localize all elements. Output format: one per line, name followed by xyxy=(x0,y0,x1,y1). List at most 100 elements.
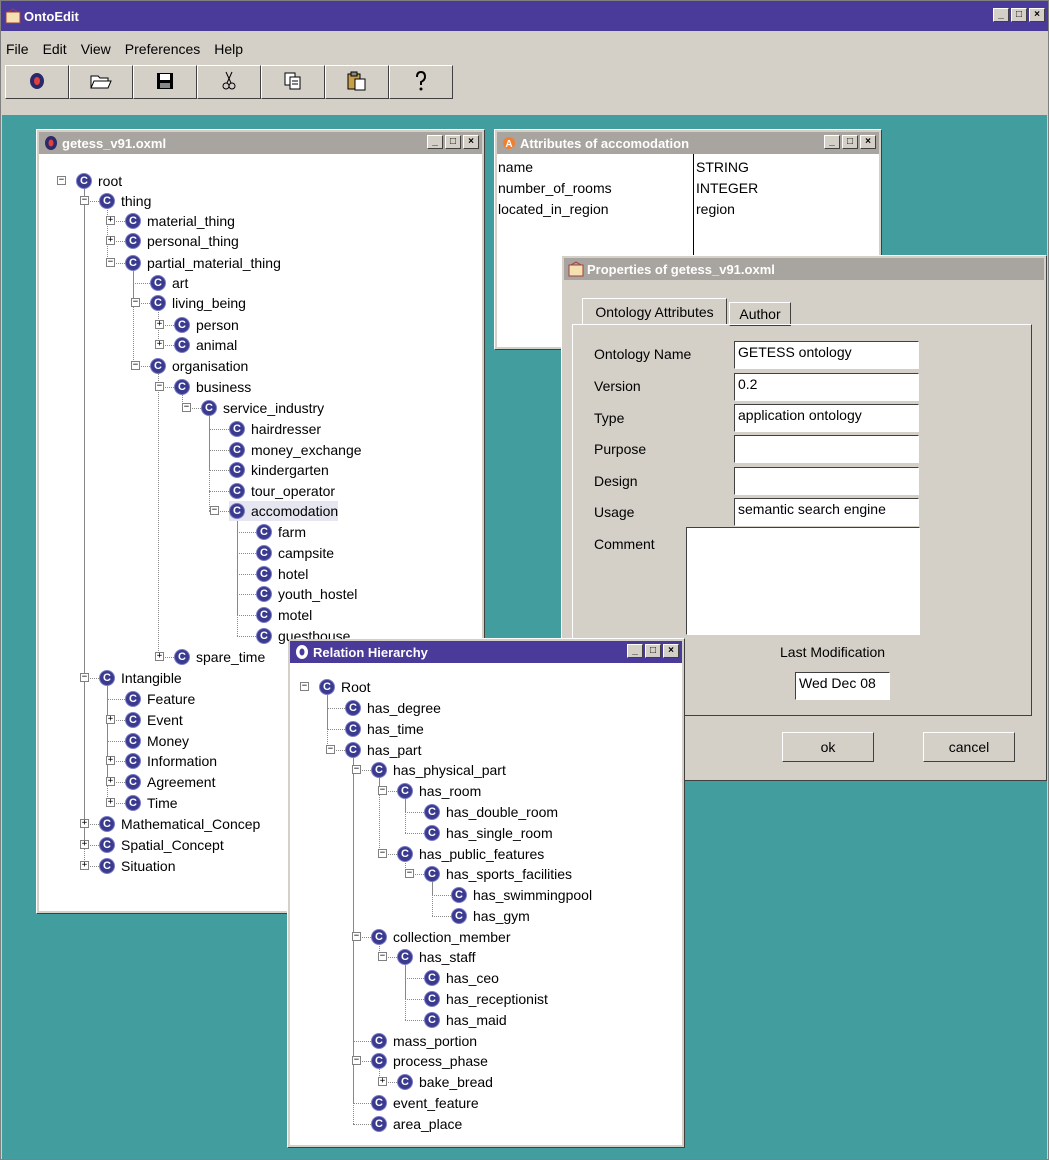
collapse-toggle[interactable]: − xyxy=(57,176,66,185)
properties-window-titlebar[interactable]: Properties of getess_v91.oxml xyxy=(564,258,1044,280)
ontology-name-field[interactable]: GETESS ontology xyxy=(734,341,919,369)
tree-node[interactable]: C Feature xyxy=(125,689,195,709)
collapse-toggle[interactable]: − xyxy=(378,952,387,961)
tree-node[interactable]: C Intangible xyxy=(99,668,182,688)
collapse-toggle[interactable]: − xyxy=(378,786,387,795)
tree-node[interactable]: Carea_place xyxy=(371,1114,462,1134)
close-button[interactable]: × xyxy=(463,135,479,149)
tree-node[interactable]: C Agreement xyxy=(125,772,215,792)
tree-node[interactable]: Cmaterial_thing xyxy=(125,211,235,231)
attribute-type[interactable]: STRING xyxy=(696,159,749,175)
collapse-toggle[interactable]: − xyxy=(182,403,191,412)
tree-node[interactable]: Cservice_industry xyxy=(201,398,324,418)
tree-node[interactable]: C Time xyxy=(125,793,178,813)
version-field[interactable]: 0.2 xyxy=(734,373,919,401)
expand-toggle[interactable]: + xyxy=(155,652,164,661)
tree-node[interactable]: Cpersonal_thing xyxy=(125,231,239,251)
tree-window-titlebar[interactable]: getess_v91.oxml _ □ × xyxy=(39,132,482,154)
copy-button[interactable] xyxy=(261,65,325,99)
tree-node[interactable]: Cbusiness xyxy=(174,377,251,397)
expand-toggle[interactable]: + xyxy=(80,840,89,849)
maximize-button[interactable]: □ xyxy=(842,135,858,149)
tree-node[interactable]: Croot xyxy=(76,171,122,191)
type-field[interactable]: application ontology xyxy=(734,404,919,432)
cut-button[interactable] xyxy=(197,65,261,99)
tree-node[interactable]: Ccollection_member xyxy=(371,927,511,947)
expand-toggle[interactable]: + xyxy=(155,340,164,349)
tree-node[interactable]: Ctour_operator xyxy=(229,481,335,501)
collapse-toggle[interactable]: − xyxy=(80,196,89,205)
collapse-toggle[interactable]: − xyxy=(131,361,140,370)
expand-toggle[interactable]: + xyxy=(106,236,115,245)
menu-help[interactable]: Help xyxy=(214,41,243,57)
new-ontology-button[interactable] xyxy=(5,65,69,99)
collapse-toggle[interactable]: − xyxy=(106,258,115,267)
tab-author[interactable]: Author xyxy=(729,302,791,326)
attribute-name[interactable]: name xyxy=(498,159,533,175)
tree-node[interactable]: Chotel xyxy=(256,564,308,584)
tree-node[interactable]: Cmotel xyxy=(256,605,312,625)
expand-toggle[interactable]: + xyxy=(106,777,115,786)
close-button[interactable]: × xyxy=(860,135,876,149)
tree-node[interactable]: Ccampsite xyxy=(256,543,334,563)
tree-node[interactable]: Cyouth_hostel xyxy=(256,584,357,604)
attribute-name[interactable]: located_in_region xyxy=(498,201,609,217)
menu-edit[interactable]: Edit xyxy=(43,41,67,57)
tree-node[interactable]: Ckindergarten xyxy=(229,460,329,480)
collapse-toggle[interactable]: − xyxy=(131,298,140,307)
tree-node[interactable]: Cbake_bread xyxy=(397,1072,493,1092)
tree-node[interactable]: Chas_staff xyxy=(397,947,476,967)
tree-node[interactable]: Chas_maid xyxy=(424,1010,507,1030)
tree-node[interactable]: Corganisation xyxy=(150,356,248,376)
design-field[interactable] xyxy=(734,467,919,495)
tree-node[interactable]: Chas_receptionist xyxy=(424,989,548,1009)
collapse-toggle[interactable]: − xyxy=(155,382,164,391)
minimize-button[interactable]: _ xyxy=(993,8,1009,22)
tree-node[interactable]: Chas_room xyxy=(397,781,481,801)
menu-view[interactable]: View xyxy=(81,41,111,57)
tree-node[interactable]: Cthing xyxy=(99,191,151,211)
collapse-toggle[interactable]: − xyxy=(352,765,361,774)
tree-node[interactable]: C Situation xyxy=(99,856,175,876)
expand-toggle[interactable]: + xyxy=(378,1077,387,1086)
expand-toggle[interactable]: + xyxy=(106,216,115,225)
attributes-window-titlebar[interactable]: A Attributes of accomodation _ □ × xyxy=(497,132,879,154)
tree-node[interactable]: Chas_physical_part xyxy=(371,760,506,780)
maximize-button[interactable]: □ xyxy=(1011,8,1027,22)
tree-node[interactable]: Chas_sports_facilities xyxy=(424,864,572,884)
maximize-button[interactable]: □ xyxy=(445,135,461,149)
paste-button[interactable] xyxy=(325,65,389,99)
expand-toggle[interactable]: + xyxy=(80,861,89,870)
collapse-toggle[interactable]: − xyxy=(80,673,89,682)
collapse-toggle[interactable]: − xyxy=(352,932,361,941)
ok-button[interactable]: ok xyxy=(782,732,874,762)
help-button[interactable] xyxy=(389,65,453,99)
tree-node[interactable]: Caccomodation xyxy=(229,501,339,521)
expand-toggle[interactable]: + xyxy=(155,320,164,329)
attribute-type[interactable]: INTEGER xyxy=(696,180,758,196)
tree-node[interactable]: Cart xyxy=(150,273,188,293)
tree-node[interactable]: C Mathematical_Concep xyxy=(99,814,260,834)
usage-field[interactable]: semantic search engine xyxy=(734,498,919,526)
tree-node[interactable]: Chas_double_room xyxy=(424,802,558,822)
attribute-name[interactable]: number_of_rooms xyxy=(498,180,612,196)
tree-node[interactable]: Chas_gym xyxy=(451,906,530,926)
tree-node[interactable]: Cprocess_phase xyxy=(371,1051,488,1071)
expand-toggle[interactable]: + xyxy=(106,756,115,765)
expand-toggle[interactable]: + xyxy=(80,819,89,828)
open-button[interactable] xyxy=(69,65,133,99)
collapse-toggle[interactable]: − xyxy=(405,869,414,878)
tree-node[interactable]: Chas_degree xyxy=(345,698,441,718)
tree-node[interactable]: C Money xyxy=(125,731,189,751)
purpose-field[interactable] xyxy=(734,435,919,463)
save-button[interactable] xyxy=(133,65,197,99)
tree-node[interactable]: C Spatial_Concept xyxy=(99,835,224,855)
tree-node[interactable]: Cmoney_exchange xyxy=(229,440,362,460)
tree-node[interactable]: Cfarm xyxy=(256,522,306,542)
collapse-toggle[interactable]: − xyxy=(326,745,335,754)
tree-node[interactable]: Chas_single_room xyxy=(424,823,553,843)
tree-node[interactable]: Chas_time xyxy=(345,719,424,739)
comment-textarea[interactable] xyxy=(686,527,920,635)
attribute-type[interactable]: region xyxy=(696,201,735,217)
tree-node[interactable]: C Event xyxy=(125,710,183,730)
